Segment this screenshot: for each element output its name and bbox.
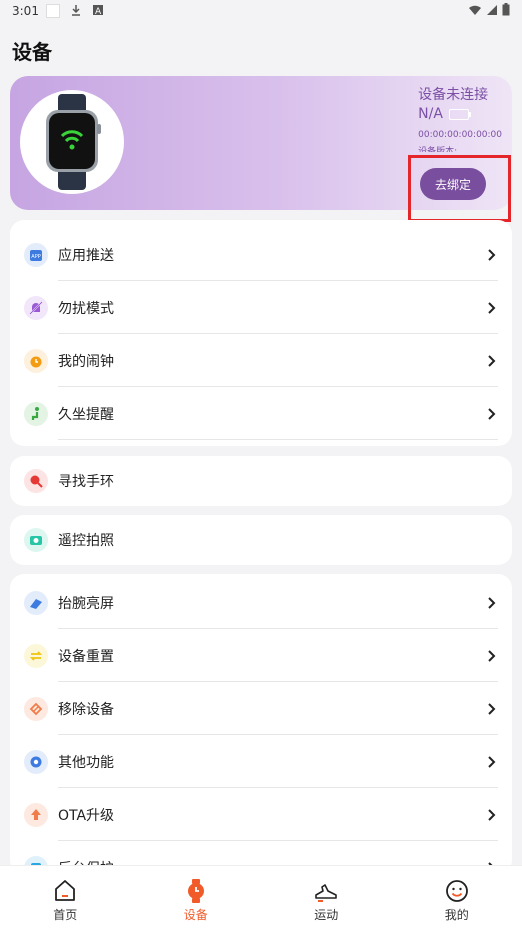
nav-mine[interactable]: 我的 — [392, 866, 522, 929]
menu-item-sedentary[interactable]: 久坐提醒 — [10, 387, 512, 440]
sedentary-icon — [24, 402, 48, 426]
mac-address: 00:00:00:00:00:00 — [418, 130, 502, 140]
menu-group-camera: 遥控拍照 — [10, 515, 512, 565]
menu-item-reset[interactable]: 设备重置 — [10, 629, 512, 682]
status-bar: 3:01 A — [0, 0, 522, 22]
smartwatch-icon — [20, 90, 124, 194]
nav-label: 设备 — [184, 906, 208, 923]
bottom-nav: 首页 设备 运动 我的 — [0, 865, 522, 929]
device-version: 设备版本: — [418, 144, 502, 152]
nav-home[interactable]: 首页 — [0, 866, 131, 929]
battery-level: N/A — [418, 106, 443, 122]
home-icon — [52, 878, 78, 904]
menu-item-label: 移除设备 — [58, 699, 486, 719]
chevron-right-icon — [486, 249, 498, 261]
menu-item-label: 勿扰模式 — [58, 298, 486, 318]
do-not-disturb-icon — [24, 296, 48, 320]
menu-item-label: 抬腕亮屏 — [58, 593, 486, 613]
chevron-right-icon — [486, 703, 498, 715]
menu-item-find-band[interactable]: 寻找手环 — [10, 456, 512, 506]
nav-label: 首页 — [53, 906, 77, 923]
svg-text:A: A — [95, 7, 102, 16]
nav-label: 运动 — [314, 906, 338, 923]
highlight-box — [408, 155, 511, 222]
menu-item-label: 我的闹钟 — [58, 351, 486, 371]
battery-icon — [449, 109, 469, 120]
nav-sport[interactable]: 运动 — [261, 866, 392, 929]
chevron-right-icon — [486, 597, 498, 609]
wifi-icon — [468, 4, 482, 16]
nav-label: 我的 — [445, 906, 469, 923]
menu-item-alarm[interactable]: 我的闹钟 — [10, 334, 512, 387]
svg-text:APP: APP — [31, 254, 40, 260]
smile-icon — [444, 878, 470, 904]
menu-group-settings: 抬腕亮屏 设备重置 移除设备 其他功能 OTA升级 — [10, 574, 512, 874]
menu-item-other-functions[interactable]: 其他功能 — [10, 735, 512, 788]
ota-upgrade-icon — [24, 803, 48, 827]
nav-device[interactable]: 设备 — [131, 866, 262, 929]
reset-icon — [24, 644, 48, 668]
remove-device-icon — [24, 697, 48, 721]
app-push-icon: APP — [24, 243, 48, 267]
divider — [58, 439, 498, 440]
raise-wrist-icon — [24, 591, 48, 615]
connection-status: 设备未连接 — [418, 84, 502, 104]
menu-item-label: 寻找手环 — [58, 471, 512, 491]
watch-icon — [183, 878, 209, 904]
notification-icon — [46, 4, 60, 18]
shoe-icon — [313, 878, 339, 904]
chevron-right-icon — [486, 809, 498, 821]
menu-item-label: 应用推送 — [58, 245, 486, 265]
signal-icon — [486, 4, 498, 16]
chevron-right-icon — [486, 408, 498, 420]
status-time: 3:01 — [12, 4, 39, 18]
chevron-right-icon — [486, 756, 498, 768]
menu-item-app-push[interactable]: APP 应用推送 — [10, 228, 512, 281]
device-info: 设备未连接 N/A 00:00:00:00:00:00 设备版本: — [418, 84, 502, 152]
alarm-clock-icon — [24, 349, 48, 373]
a-icon: A — [92, 4, 104, 16]
menu-item-remove-device[interactable]: 移除设备 — [10, 682, 512, 735]
menu-group-notifications: APP 应用推送 勿扰模式 我的闹钟 久坐提醒 — [10, 220, 512, 446]
menu-group-find: 寻找手环 — [10, 456, 512, 506]
camera-icon — [24, 528, 48, 552]
menu-item-label: OTA升级 — [58, 805, 486, 825]
find-band-icon — [24, 469, 48, 493]
battery-status-icon — [502, 3, 510, 16]
menu-item-label: 遥控拍照 — [58, 530, 512, 550]
menu-item-label: 其他功能 — [58, 752, 486, 772]
watch-image — [20, 90, 124, 194]
chevron-right-icon — [486, 650, 498, 662]
menu-item-remote-camera[interactable]: 遥控拍照 — [10, 515, 512, 565]
page-title: 设备 — [12, 36, 52, 65]
menu-item-raise-wrist[interactable]: 抬腕亮屏 — [10, 576, 512, 629]
menu-item-ota-upgrade[interactable]: OTA升级 — [10, 788, 512, 841]
menu-item-label: 设备重置 — [58, 646, 486, 666]
chevron-right-icon — [486, 355, 498, 367]
download-icon — [70, 4, 82, 16]
settings-icon — [24, 750, 48, 774]
menu-item-do-not-disturb[interactable]: 勿扰模式 — [10, 281, 512, 334]
chevron-right-icon — [486, 302, 498, 314]
menu-item-label: 久坐提醒 — [58, 404, 486, 424]
